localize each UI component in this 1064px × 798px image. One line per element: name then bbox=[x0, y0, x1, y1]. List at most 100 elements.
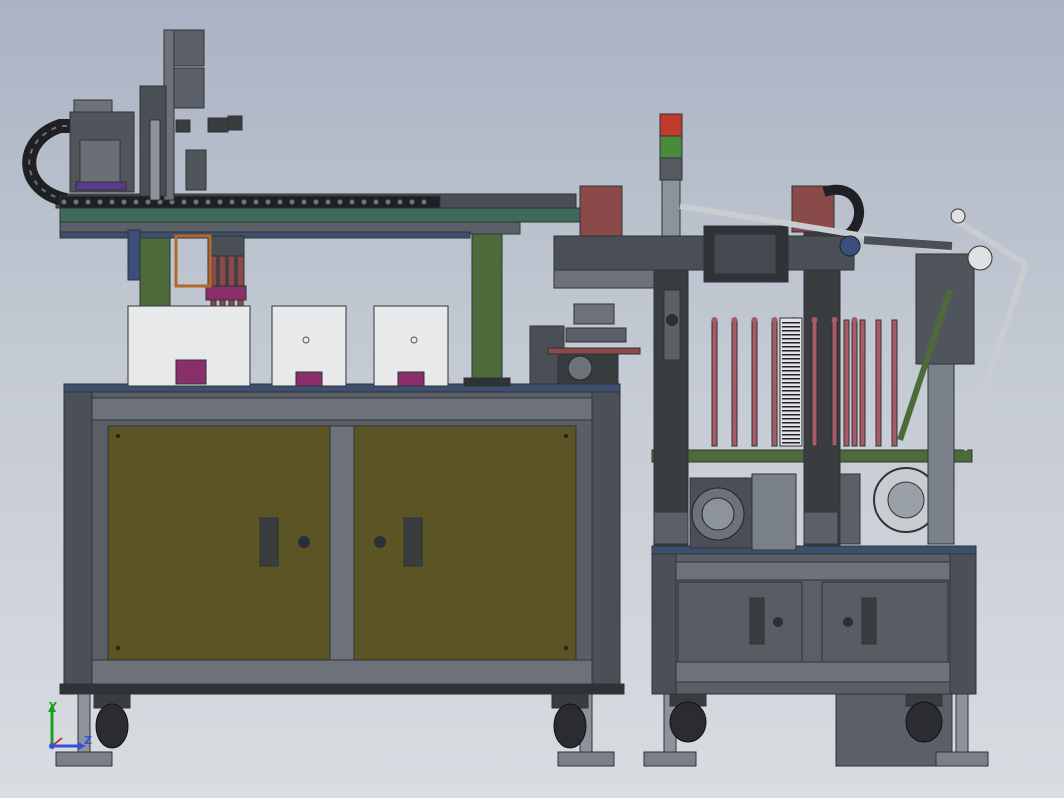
axis-z-label: Z bbox=[84, 734, 92, 747]
left-foot-1-pad bbox=[55, 751, 113, 767]
door-screw bbox=[564, 646, 568, 650]
valve-block bbox=[185, 149, 207, 191]
mid-cylinder bbox=[573, 303, 615, 325]
chain-link bbox=[385, 199, 391, 205]
chain-link bbox=[349, 199, 355, 205]
robot-arm-joint-1 bbox=[967, 245, 993, 271]
chain-link bbox=[97, 199, 103, 205]
barcode-line bbox=[782, 410, 800, 412]
sensor-2 bbox=[207, 117, 229, 133]
stack-light-segment bbox=[659, 157, 683, 181]
dispenser-head bbox=[227, 255, 236, 287]
rack-tube bbox=[771, 319, 778, 447]
right-door-handle-2 bbox=[861, 597, 877, 645]
right-wheel-hub bbox=[887, 481, 925, 519]
chain-link bbox=[121, 199, 127, 205]
right-top-slider bbox=[553, 269, 655, 289]
door-screw bbox=[116, 646, 120, 650]
chain-link bbox=[205, 199, 211, 205]
rack-tube bbox=[891, 319, 898, 447]
left-cabinet-post-right bbox=[591, 391, 621, 689]
chain-link bbox=[421, 199, 427, 205]
left-cabinet-post-left bbox=[63, 391, 93, 689]
right-caster-2 bbox=[905, 701, 943, 743]
right-cabinet-bottom-rail bbox=[675, 661, 951, 683]
left-door-handle-2 bbox=[403, 517, 423, 567]
barcode-line bbox=[782, 326, 800, 328]
barcode-line bbox=[782, 378, 800, 380]
door-screw bbox=[564, 434, 568, 438]
chain-link bbox=[361, 199, 367, 205]
right-gearbox bbox=[751, 473, 797, 551]
left-caster-2 bbox=[553, 703, 587, 749]
left-side-bracket bbox=[127, 229, 141, 281]
barcode-line bbox=[782, 350, 800, 352]
axis-y-label: Y bbox=[49, 700, 57, 713]
rack-tube bbox=[859, 319, 866, 447]
chain-link bbox=[373, 199, 379, 205]
barcode-line bbox=[782, 330, 800, 332]
left-door-1 bbox=[107, 425, 331, 661]
barcode-line bbox=[782, 374, 800, 376]
rack-tube-cap bbox=[711, 317, 718, 323]
cad-viewport[interactable]: Y Z bbox=[0, 0, 1064, 798]
pneumatic-gauge bbox=[666, 314, 678, 326]
chain-link bbox=[73, 199, 79, 205]
barcode-line bbox=[782, 362, 800, 364]
stack-light-pole bbox=[661, 179, 681, 241]
barcode-line bbox=[782, 394, 800, 396]
chain-link bbox=[277, 199, 283, 205]
machine-model[interactable] bbox=[0, 0, 1064, 798]
left-door-divider bbox=[329, 425, 355, 661]
controller-3-magenta bbox=[397, 371, 425, 387]
rack-tube bbox=[843, 319, 850, 447]
mid-red-bar bbox=[547, 347, 641, 355]
robot-arm-motor bbox=[839, 235, 861, 257]
left-cabinet-bottom-rail bbox=[91, 659, 593, 687]
door-screw bbox=[116, 434, 120, 438]
left-cabinet-base bbox=[59, 683, 625, 695]
left-machine bbox=[22, 29, 641, 767]
chain-link bbox=[85, 199, 91, 205]
barcode-line bbox=[782, 430, 800, 432]
left-door-lock-2 bbox=[374, 536, 386, 548]
camera-frame bbox=[174, 234, 212, 288]
controller-1-magenta bbox=[175, 359, 207, 385]
right-foot-2-pad bbox=[935, 751, 989, 767]
left-cabinet-top-rail bbox=[91, 397, 593, 421]
barcode-line bbox=[782, 386, 800, 388]
right-red-block-1 bbox=[579, 185, 623, 237]
rack-tube-cap bbox=[771, 317, 778, 323]
right-cabinet-top-rail bbox=[675, 561, 951, 581]
chain-link bbox=[109, 199, 115, 205]
barcode-line bbox=[782, 390, 800, 392]
sensor-3 bbox=[227, 115, 243, 131]
right-door-handle-1 bbox=[749, 597, 765, 645]
left-caster-1 bbox=[95, 703, 129, 749]
chain-link bbox=[229, 199, 235, 205]
right-caster-1 bbox=[669, 701, 707, 743]
axis-triad: Y Z bbox=[44, 700, 94, 752]
barcode-line bbox=[782, 398, 800, 400]
right-machine bbox=[553, 113, 1029, 767]
barcode-line bbox=[782, 354, 800, 356]
rack-tube bbox=[875, 319, 882, 447]
right-door-lock-2 bbox=[843, 617, 853, 627]
left-column-2-base bbox=[463, 377, 511, 387]
mid-pump-wheel bbox=[567, 355, 593, 381]
right-column-1-block bbox=[653, 511, 689, 545]
barcode-line bbox=[782, 418, 800, 420]
rack-tube bbox=[731, 319, 738, 447]
left-door-handle-1 bbox=[259, 517, 279, 567]
rack-tube-cap bbox=[731, 317, 738, 323]
rack-tube bbox=[751, 319, 758, 447]
rack-tube bbox=[811, 319, 818, 447]
rack-tube-cap bbox=[751, 317, 758, 323]
robot-arm-pole bbox=[927, 363, 955, 545]
robot-arm-joint-2 bbox=[950, 208, 966, 224]
barcode-line bbox=[782, 358, 800, 360]
controller-2-magenta bbox=[295, 371, 323, 387]
barcode-line bbox=[782, 322, 800, 324]
barcode-line bbox=[782, 334, 800, 336]
chain-link bbox=[397, 199, 403, 205]
